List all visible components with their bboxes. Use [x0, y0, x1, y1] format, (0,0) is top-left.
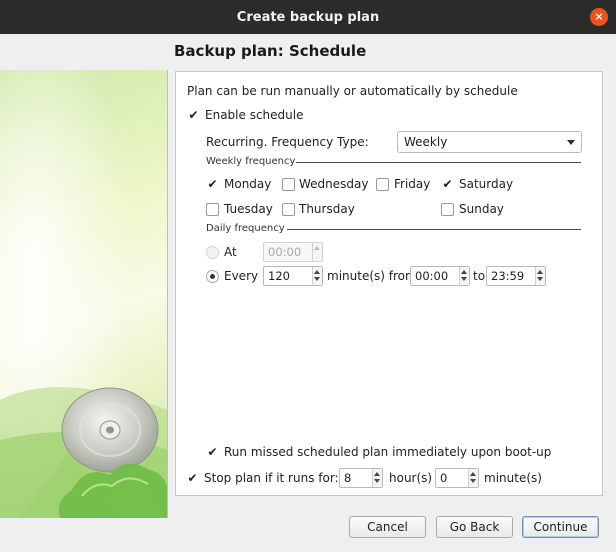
spin-up-icon [374, 472, 380, 476]
spin-down-icon [461, 277, 467, 281]
go-back-button[interactable]: Go Back [436, 516, 513, 538]
weekly-frequency-divider [296, 162, 581, 163]
spin-up-icon [470, 472, 476, 476]
stop-hours-value: 8 [344, 471, 352, 485]
to-time-spin-buttons[interactable] [535, 267, 545, 285]
weekly-frequency-label: Weekly frequency [206, 156, 296, 167]
to-time-value: 23:59 [491, 269, 525, 283]
frequency-type-select[interactable]: Weekly [397, 131, 582, 153]
day-monday-label: Monday [224, 177, 272, 191]
stop-minutes-spin-buttons[interactable] [468, 469, 478, 487]
day-saturday-checkbox[interactable]: ✔ [441, 178, 454, 191]
every-minutes-stepper[interactable]: 120 [263, 266, 323, 286]
spin-up-icon [314, 270, 320, 274]
day-friday-label: Friday [394, 177, 431, 191]
close-button[interactable]: × [590, 8, 608, 26]
schedule-description: Plan can be run manually or automaticall… [187, 84, 518, 98]
at-time-value: 00:00 [268, 245, 302, 259]
day-sunday-checkbox[interactable] [441, 203, 454, 216]
side-illustration [0, 70, 168, 518]
day-wednesday-label: Wednesday [299, 177, 369, 191]
at-time-stepper[interactable]: 00:00 [263, 242, 323, 262]
from-time-stepper[interactable]: 00:00 [410, 266, 470, 286]
window-title: Create backup plan [236, 9, 380, 25]
from-time-spin-buttons[interactable] [459, 267, 469, 285]
to-label: to [473, 269, 486, 283]
frequency-type-value: Weekly [404, 135, 448, 149]
run-missed-checkbox[interactable]: ✔ [206, 446, 219, 459]
stop-minutes-stepper[interactable]: 0 [435, 468, 479, 488]
schedule-panel: Plan can be run manually or automaticall… [175, 71, 603, 496]
frequency-type-label: Recurring. Frequency Type: [206, 135, 369, 149]
day-thursday-checkbox[interactable] [282, 203, 295, 216]
day-tuesday-checkbox[interactable] [206, 203, 219, 216]
every-minutes-value: 120 [268, 269, 290, 283]
title-bar: Create backup plan × [0, 0, 616, 34]
close-icon: × [594, 10, 604, 23]
day-monday-checkbox[interactable]: ✔ [206, 178, 219, 191]
cancel-button[interactable]: Cancel [349, 516, 426, 538]
spin-up-icon [461, 270, 467, 274]
every-label: Every [224, 269, 259, 283]
daily-frequency-label: Daily frequency [206, 223, 285, 234]
day-wednesday-checkbox[interactable] [282, 178, 295, 191]
spin-down-icon [537, 277, 543, 281]
every-radio[interactable] [206, 270, 219, 283]
continue-button[interactable]: Continue [522, 516, 599, 538]
minutes-label: minute(s) [484, 471, 542, 485]
spin-down-icon [314, 277, 320, 281]
from-time-value: 00:00 [415, 269, 449, 283]
every-minutes-spin-buttons[interactable] [312, 267, 322, 285]
stop-hours-spin-buttons[interactable] [372, 469, 382, 487]
at-time-spin-buttons[interactable] [312, 243, 322, 261]
spin-up-icon [314, 246, 320, 250]
spin-up-icon [537, 270, 543, 274]
stop-hours-stepper[interactable]: 8 [339, 468, 383, 488]
spin-down-icon [470, 479, 476, 483]
chevron-down-icon [567, 140, 575, 145]
run-missed-label: Run missed scheduled plan immediately up… [224, 445, 552, 459]
stop-plan-label: Stop plan if it runs for: [204, 471, 339, 485]
spin-down-icon [374, 479, 380, 483]
at-radio[interactable] [206, 246, 219, 259]
stop-minutes-value: 0 [440, 471, 448, 485]
day-sunday-label: Sunday [459, 202, 504, 216]
minutes-from-label: minute(s) from [327, 269, 417, 283]
day-saturday-label: Saturday [459, 177, 514, 191]
page-title: Backup plan: Schedule [174, 42, 367, 60]
hours-label: hour(s) [389, 471, 433, 485]
day-friday-checkbox[interactable] [376, 178, 389, 191]
enable-schedule-checkbox[interactable]: ✔ [187, 109, 200, 122]
day-thursday-label: Thursday [299, 202, 355, 216]
daily-frequency-divider [287, 229, 581, 230]
to-time-stepper[interactable]: 23:59 [486, 266, 546, 286]
backup-disc-icon [0, 70, 167, 518]
stop-plan-checkbox[interactable]: ✔ [186, 472, 199, 485]
at-label: At [224, 245, 237, 259]
enable-schedule-label: Enable schedule [205, 108, 304, 122]
day-tuesday-label: Tuesday [224, 202, 273, 216]
